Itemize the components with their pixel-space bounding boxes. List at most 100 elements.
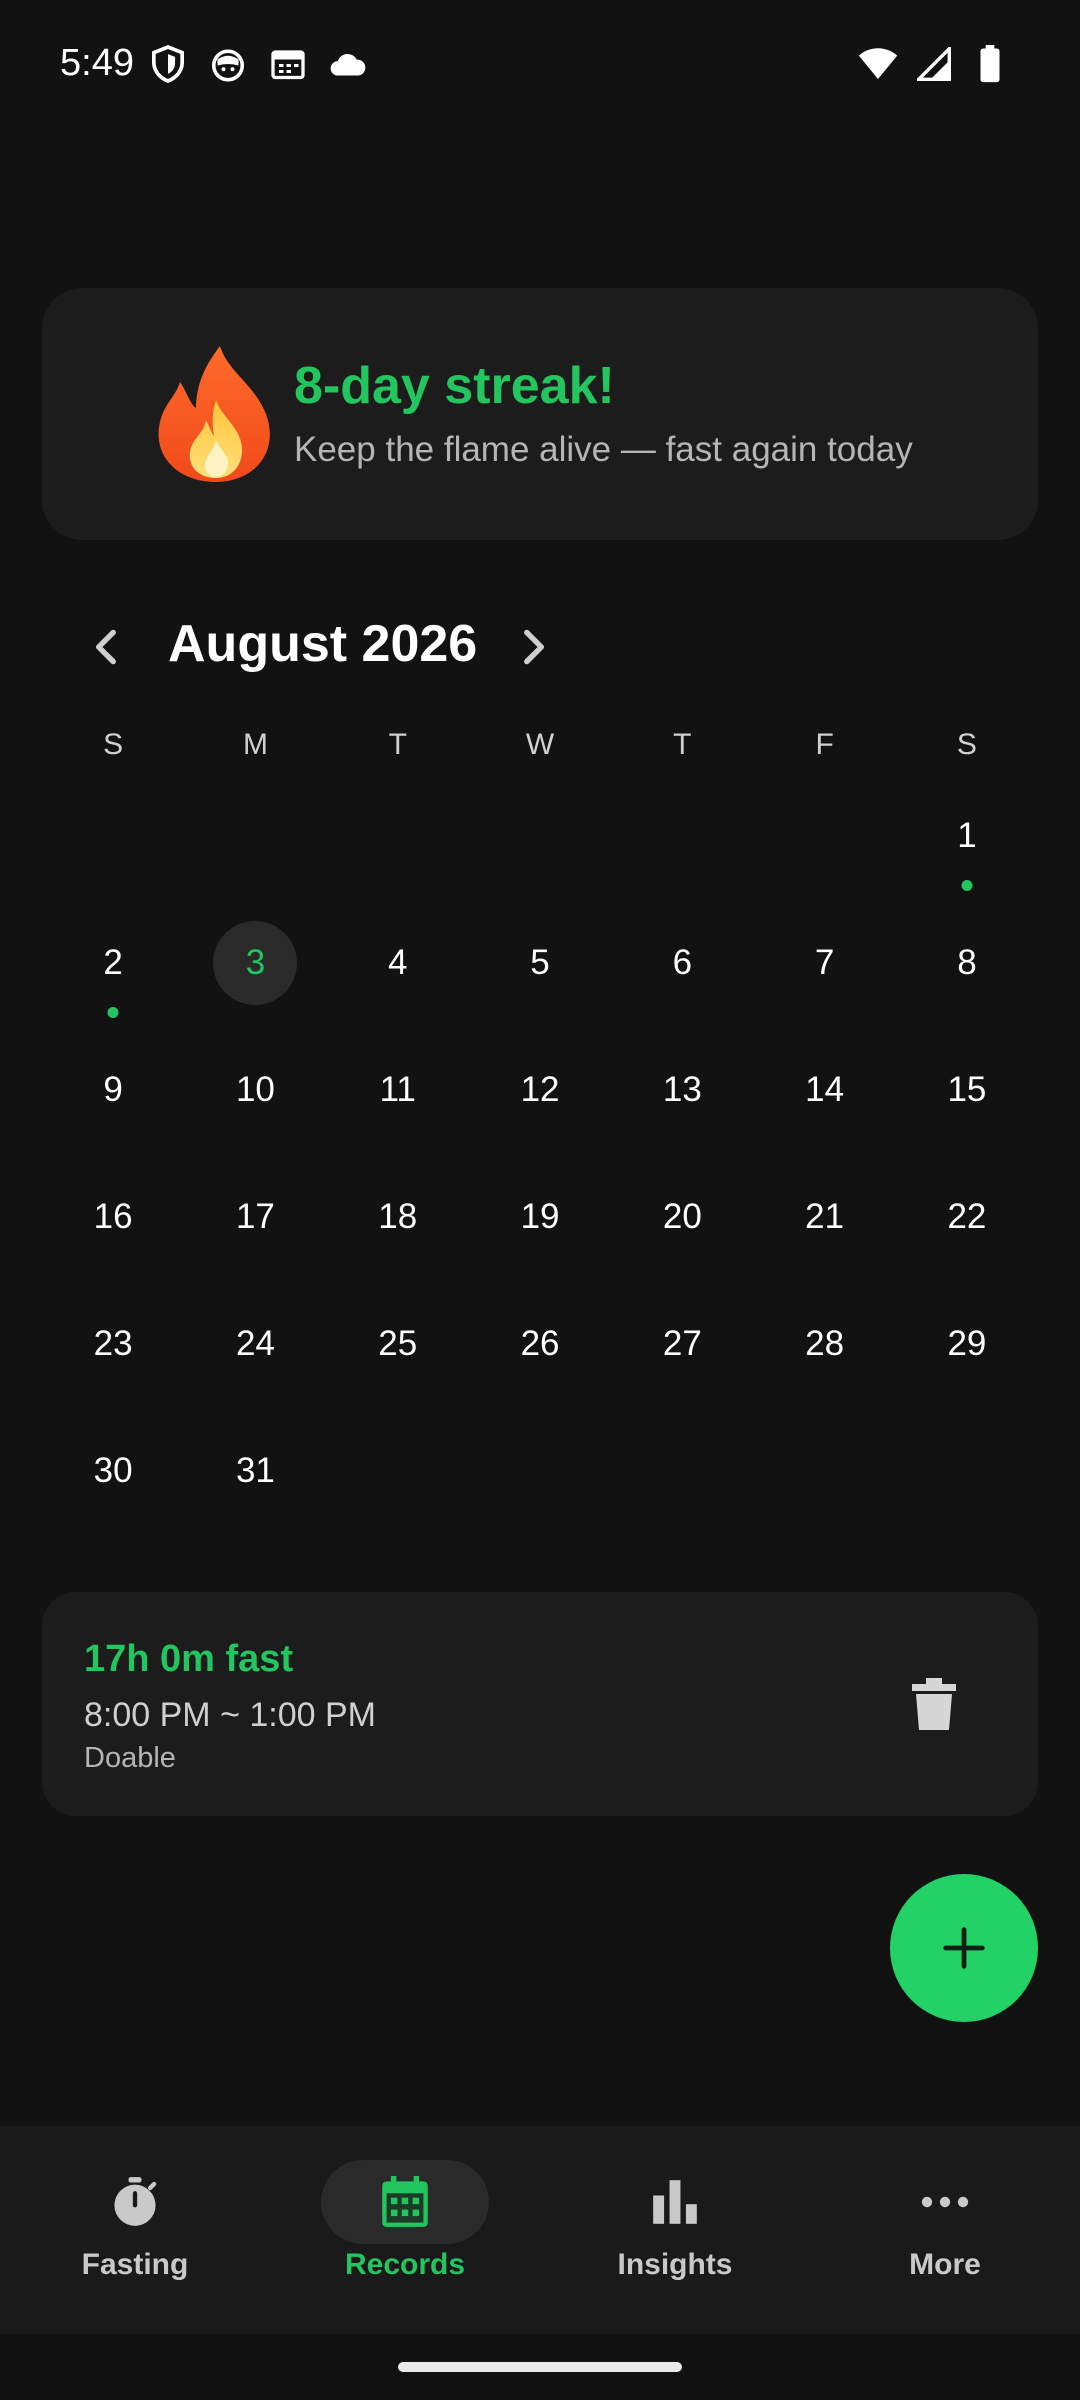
calendar-day[interactable]: 22 [896,1153,1038,1280]
record-time-range: 8:00 PM ~ 1:00 PM [84,1696,376,1734]
record-note: Doable [84,1742,176,1774]
flame-icon [150,344,282,484]
calendar-day[interactable]: 6 [611,899,753,1026]
calendar-day-number: 15 [947,1069,987,1109]
calendar-day-number: 13 [662,1069,702,1109]
calendar-day[interactable]: 24 [184,1280,326,1407]
calendar-day[interactable]: 13 [611,1026,753,1153]
calendar-day-number: 2 [103,942,123,982]
calendar-day-number: 31 [235,1450,275,1490]
calendar-day-number: 27 [662,1323,702,1363]
calendar-day-number: 5 [530,942,550,982]
nav-records[interactable]: Records [270,2126,540,2334]
record-indicator-dot [961,879,973,891]
wifi-icon [858,44,898,84]
home-indicator[interactable] [398,2362,682,2372]
calendar-day-number: 29 [947,1323,987,1363]
calendar-day[interactable]: 10 [184,1026,326,1153]
calendar-day-number: 25 [378,1323,418,1363]
calendar-icon [377,2174,433,2230]
calendar-day-number: 20 [662,1196,702,1236]
calendar-day[interactable]: 4 [327,899,469,1026]
calendar-day[interactable]: 31 [184,1407,326,1534]
calendar-day-number: 19 [520,1196,560,1236]
calendar-grid: 1 2 3 4 5 6 7 8 9 10 11 12 13 14 15 16 17 18 19 20 21 22 23 24 2… [42,772,1038,1534]
calendar-day[interactable]: 30 [42,1407,184,1534]
bottom-navigation: Fasting Records Insights More [0,2126,1080,2334]
calendar-day[interactable]: 21 [753,1153,895,1280]
previous-month-button[interactable] [82,622,132,672]
calendar-day-number: 23 [93,1323,133,1363]
calendar-day-number: 30 [93,1450,133,1490]
calendar-day[interactable]: 18 [327,1153,469,1280]
streak-subtitle: Keep the flame alive — fast again today [294,430,913,469]
calendar-blank [42,772,184,899]
calendar-day[interactable]: 29 [896,1280,1038,1407]
calendar-day[interactable]: 17 [184,1153,326,1280]
calendar-day[interactable]: 3 [184,899,326,1026]
fast-record-card[interactable]: 17h 0m fast 8:00 PM ~ 1:00 PM Doable [42,1592,1038,1816]
calendar-day-number: 26 [520,1323,560,1363]
nav-label: More [909,2248,981,2281]
timer-icon [107,2174,163,2230]
calendar-day[interactable]: 9 [42,1026,184,1153]
calendar-day-number: 7 [814,942,835,982]
record-indicator-dot [107,1006,119,1018]
calendar-day[interactable]: 25 [327,1280,469,1407]
cat-face-icon [208,44,248,84]
calendar-notification-icon [268,44,308,84]
nav-insights[interactable]: Insights [540,2126,810,2334]
add-record-button[interactable] [890,1874,1038,2022]
calendar-day[interactable]: 16 [42,1153,184,1280]
calendar-day[interactable]: 7 [753,899,895,1026]
bar-chart-icon [647,2174,703,2230]
calendar-blank [184,772,326,899]
calendar-day[interactable]: 28 [753,1280,895,1407]
nav-label: Fasting [81,2248,189,2281]
calendar-day[interactable]: 2 [42,899,184,1026]
status-bar: 5:49 [0,0,1080,130]
delete-icon[interactable] [912,1678,956,1730]
weekday-label: S [103,728,124,761]
calendar-day[interactable]: 23 [42,1280,184,1407]
calendar-day-number: 21 [805,1196,845,1236]
calendar-day-number: 12 [520,1069,560,1109]
calendar-day-number: 8 [957,942,977,982]
records-screen: 5:49 8-day streak! Keep the flame alive … [0,0,1080,2400]
calendar-day[interactable]: 11 [327,1026,469,1153]
weekday-label: S [956,728,977,761]
calendar-day[interactable]: 8 [896,899,1038,1026]
calendar-day-number: 18 [378,1196,418,1236]
nav-fasting[interactable]: Fasting [0,2126,270,2334]
calendar-day[interactable]: 20 [611,1153,753,1280]
calendar-day-number: 14 [805,1069,845,1109]
weekday-label: T [388,728,407,761]
cellular-signal-icon [914,44,954,84]
nav-more[interactable]: More [810,2126,1080,2334]
calendar-day-number: 28 [805,1323,845,1363]
battery-icon [970,44,1010,84]
calendar-day-number: 11 [379,1069,416,1109]
calendar-day[interactable]: 12 [469,1026,611,1153]
calendar-day[interactable]: 19 [469,1153,611,1280]
weekday-label: W [525,728,555,761]
calendar-day[interactable]: 14 [753,1026,895,1153]
weekday-label: M [242,728,268,761]
nav-label: Records [344,2248,466,2281]
next-month-button[interactable] [508,622,558,672]
calendar-day[interactable]: 26 [469,1280,611,1407]
streak-title: 8-day streak! [294,357,615,415]
calendar-day-number: 10 [235,1069,275,1109]
plus-icon [943,1927,985,1969]
calendar-day[interactable]: 1 [896,772,1038,899]
nav-label: Insights [617,2248,733,2281]
calendar-day[interactable]: 5 [469,899,611,1026]
shield-icon [148,44,188,84]
calendar-day[interactable]: 27 [611,1280,753,1407]
calendar-day-number: 22 [947,1196,987,1236]
calendar-day[interactable]: 15 [896,1026,1038,1153]
calendar-blank [469,772,611,899]
weekday-header: S M T W T F S [42,728,1038,762]
cloud-icon [328,44,368,84]
calendar-day-number: 16 [93,1196,133,1236]
